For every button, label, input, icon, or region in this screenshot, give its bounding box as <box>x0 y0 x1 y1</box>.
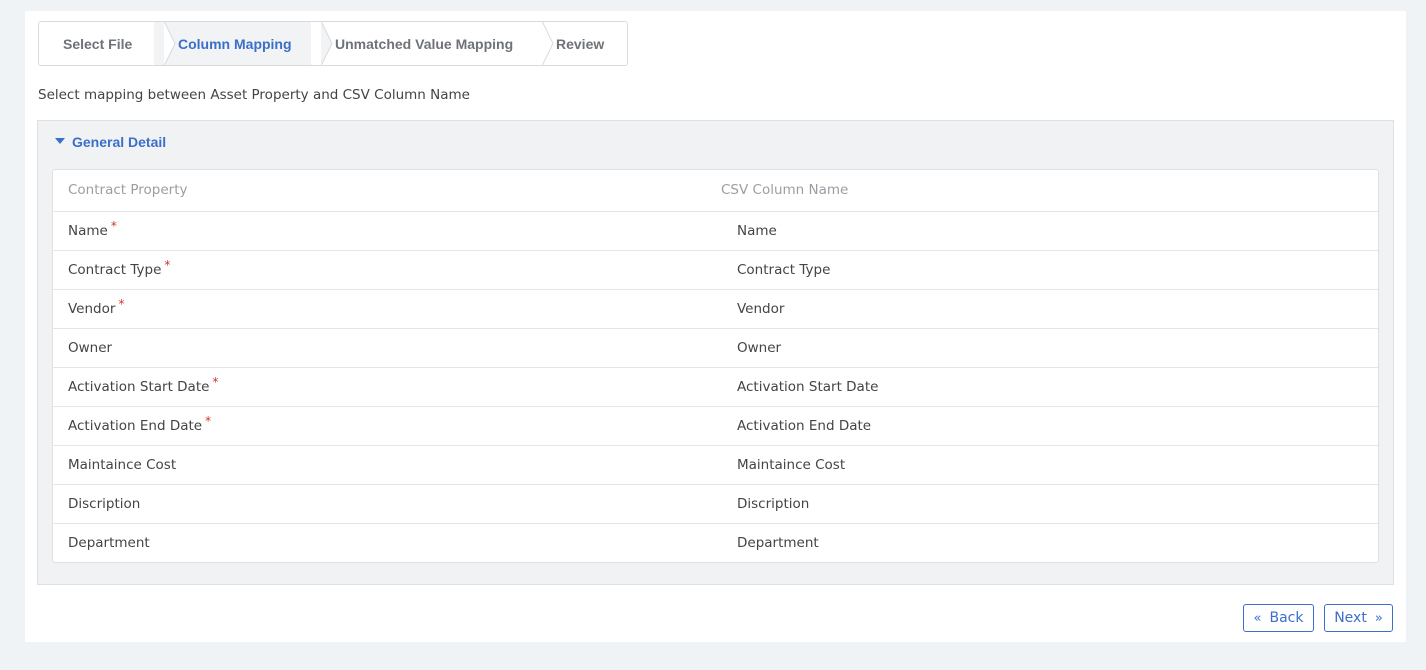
table-row: Activation End Date * Activation End Date <box>53 407 1378 446</box>
caret-down-icon <box>55 138 65 144</box>
step-label: Unmatched Value Mapping <box>335 35 514 52</box>
property-label: Activation End Date <box>68 418 203 434</box>
step-label: Select File <box>63 35 133 52</box>
required-asterisk-icon: * <box>205 414 212 428</box>
next-label: Next <box>1334 610 1367 626</box>
table-row: Maintaince Cost Maintaince Cost <box>53 446 1378 485</box>
contract-property-cell: Department <box>68 535 150 551</box>
mapping-description: Select mapping between Asset Property an… <box>38 87 470 103</box>
double-chevron-left-icon: « <box>1253 610 1262 626</box>
property-label: Department <box>68 535 150 551</box>
property-label: Vendor <box>68 301 116 317</box>
general-detail-section: General Detail Contract Property CSV Col… <box>37 120 1394 585</box>
step-unmatched-value-mapping[interactable]: Unmatched Value Mapping <box>311 22 554 65</box>
import-panel: Select File Column Mapping Unmatched Val… <box>25 11 1406 642</box>
required-asterisk-icon: * <box>118 297 125 311</box>
back-button[interactable]: « Back <box>1243 604 1314 632</box>
wizard-steps: Select File Column Mapping Unmatched Val… <box>38 21 628 66</box>
property-label: Contract Type <box>68 262 162 278</box>
contract-property-cell: Name * <box>68 219 117 239</box>
contract-property-cell: Activation Start Date * <box>68 375 218 395</box>
required-asterisk-icon: * <box>110 219 117 233</box>
required-asterisk-icon: * <box>164 258 171 272</box>
step-label: Column Mapping <box>178 35 292 52</box>
header-contract-property: Contract Property <box>68 182 188 198</box>
table-row: Owner Owner <box>53 329 1378 368</box>
table-row: Department Department <box>53 524 1378 563</box>
property-label: Discription <box>68 496 141 512</box>
back-label: Back <box>1269 610 1304 626</box>
section-toggle[interactable]: General Detail <box>55 134 166 150</box>
contract-property-cell: Discription <box>68 496 140 512</box>
csv-column-cell[interactable]: Department <box>737 535 819 551</box>
next-button[interactable]: Next » <box>1324 604 1393 632</box>
required-asterisk-icon: * <box>212 375 219 389</box>
table-row: Vendor * Vendor <box>53 290 1378 329</box>
csv-column-cell[interactable]: Activation End Date <box>737 418 871 434</box>
contract-property-cell: Contract Type * <box>68 258 170 278</box>
contract-property-cell: Owner <box>68 340 112 356</box>
table-row: Name * Name <box>53 212 1378 251</box>
contract-property-cell: Maintaince Cost <box>68 457 176 473</box>
csv-column-cell[interactable]: Maintaince Cost <box>737 457 845 473</box>
csv-column-cell[interactable]: Activation Start Date <box>737 379 878 395</box>
property-label: Maintaince Cost <box>68 457 177 473</box>
header-csv-column-name: CSV Column Name <box>721 182 849 198</box>
csv-column-cell[interactable]: Discription <box>737 496 809 512</box>
csv-column-cell[interactable]: Name <box>737 223 777 239</box>
csv-column-cell[interactable]: Owner <box>737 340 781 356</box>
section-title: General Detail <box>72 134 167 150</box>
double-chevron-right-icon: » <box>1374 610 1383 626</box>
step-column-mapping[interactable]: Column Mapping <box>154 22 333 65</box>
step-label: Review <box>556 35 605 52</box>
property-label: Activation Start Date <box>68 379 210 395</box>
contract-property-cell: Activation End Date * <box>68 414 211 434</box>
csv-column-cell[interactable]: Vendor <box>737 301 784 317</box>
table-body: Name * Name Contract Type * Contract Type Vend… <box>53 212 1378 563</box>
property-label: Name <box>68 223 108 239</box>
table-header: Contract Property CSV Column Name <box>53 170 1378 212</box>
contract-property-cell: Vendor * <box>68 297 124 317</box>
table-row: Discription Discription <box>53 485 1378 524</box>
mapping-table: Contract Property CSV Column Name Name * N… <box>52 169 1379 563</box>
step-select-file[interactable]: Select File <box>39 22 176 65</box>
csv-column-cell[interactable]: Contract Type <box>737 262 830 278</box>
table-row: Activation Start Date * Activation Start D… <box>53 368 1378 407</box>
table-row: Contract Type * Contract Type <box>53 251 1378 290</box>
property-label: Owner <box>68 340 113 356</box>
